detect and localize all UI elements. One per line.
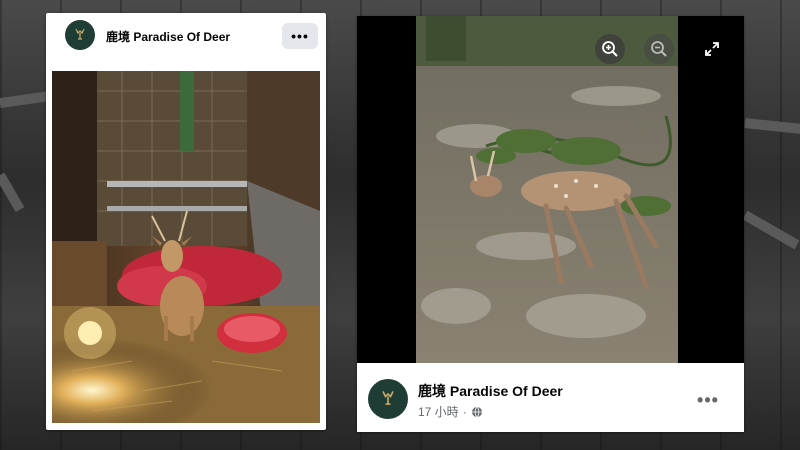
page-name[interactable]: 鹿境 Paradise Of Deer bbox=[418, 381, 563, 401]
post-footer: 鹿境 Paradise Of Deer 17 小時 · ••• bbox=[357, 363, 744, 432]
page-avatar[interactable] bbox=[368, 379, 408, 419]
page-name[interactable]: 鹿境 Paradise Of Deer bbox=[106, 28, 230, 45]
deer-on-muddy-ground-photo[interactable] bbox=[416, 16, 678, 363]
fullscreen-button[interactable] bbox=[703, 40, 721, 58]
deer-logo-icon bbox=[75, 28, 85, 40]
post-card-left: 鹿境 Paradise Of Deer ••• bbox=[46, 13, 326, 430]
more-options-button[interactable]: ••• bbox=[282, 23, 318, 49]
deer-logo-icon bbox=[382, 391, 394, 405]
more-options-button[interactable]: ••• bbox=[693, 390, 723, 410]
post-header: 鹿境 Paradise Of Deer ••• bbox=[46, 13, 326, 61]
globe-icon[interactable] bbox=[471, 406, 483, 418]
zoom-out-button[interactable] bbox=[644, 34, 674, 64]
post-card-right: 鹿境 Paradise Of Deer 17 小時 · ••• bbox=[357, 16, 744, 432]
post-timestamp[interactable]: 17 小時 bbox=[418, 403, 459, 420]
zoom-in-icon bbox=[602, 41, 618, 57]
page-avatar[interactable] bbox=[65, 20, 95, 50]
mud-photo-image bbox=[416, 16, 678, 363]
meta-separator: · bbox=[462, 404, 467, 419]
post-meta: 17 小時 · bbox=[418, 403, 483, 420]
deer-in-barn-photo[interactable] bbox=[52, 71, 320, 423]
barn-photo-image bbox=[52, 71, 320, 423]
zoom-out-icon bbox=[651, 41, 667, 57]
zoom-in-button[interactable] bbox=[595, 34, 625, 64]
fullscreen-icon bbox=[705, 42, 719, 56]
